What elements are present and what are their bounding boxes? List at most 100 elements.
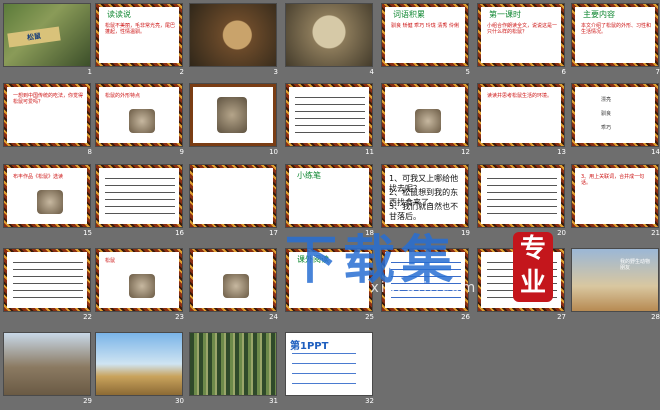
slide-line [295, 132, 365, 133]
slide-thumbnail-6[interactable]: 第一课时小组合作朗读全文，说说这是一只什么样的松鼠？ [477, 3, 565, 67]
slide-thumbnail-7[interactable]: 主要内容 本文介绍了松鼠的外形、习性和生活情况。 [571, 3, 659, 67]
slide-line [105, 206, 175, 207]
slide-number: 17 [269, 229, 278, 237]
slide-thumbnail-23[interactable]: 松鼠 [95, 248, 183, 312]
slide-line [487, 276, 557, 277]
slide-thumbnail-5[interactable]: 词语积累驯良 矫健 乖巧 玲珑 清秀 伶俐 [381, 3, 469, 67]
slide-number: 4 [369, 68, 374, 76]
slide-line [292, 353, 356, 354]
slide-line [295, 111, 365, 112]
slide-heading: 小练笔 [297, 171, 321, 180]
slide-number: 14 [651, 148, 660, 156]
slide-thumbnail-12[interactable] [381, 83, 469, 147]
slide-number: 16 [175, 229, 184, 237]
slide-thumbnail-32[interactable]: 第1PPT [285, 332, 373, 396]
slide-line [13, 290, 83, 291]
slide-text: 驯良 矫健 乖巧 玲珑 清秀 伶俐 [391, 23, 459, 29]
slide-thumbnail-25[interactable]: 课外阅读 [285, 248, 373, 312]
slide-line [487, 213, 557, 214]
slide-thumbnail-9[interactable]: 松鼠的外形特点 [95, 83, 183, 147]
slide-thumbnail-31[interactable] [189, 332, 277, 396]
slide-logo: 第1PPT [290, 341, 329, 352]
slide-thumbnail-28[interactable]: 我的野生动物朋友 [571, 248, 659, 312]
slide-thumbnail-8[interactable]: 一想到中国传统的吃法，你觉得松鼠可爱吗？ [3, 83, 91, 147]
slide-number: 11 [365, 148, 374, 156]
slide-thumbnail-18[interactable]: 小练笔 [285, 164, 373, 228]
slide-thumbnail-15[interactable]: 布丰作品《松鼠》选读 [3, 164, 91, 228]
slide-thumbnail-11[interactable] [285, 83, 373, 147]
slide-line [292, 363, 356, 364]
slide-thumbnail-21[interactable]: 3、用上关联词，合并成一句话。 [571, 164, 659, 228]
slide-thumbnail-20[interactable] [477, 164, 565, 228]
slide-thumbnail-3[interactable] [189, 3, 277, 67]
slide-thumbnail-26[interactable] [381, 248, 469, 312]
slide-number: 2 [179, 68, 184, 76]
slide-image [129, 274, 155, 298]
slide-line [13, 297, 83, 298]
slide-number: 18 [365, 229, 374, 237]
slide-text: 3、我们就自然也不甘落后。 [389, 202, 459, 221]
slide-thumbnail-19[interactable]: 1、可我又上哪给他找去呢？ 2、松鼠想到我的东西找食来了。 3、我们就自然也不甘落后… [381, 164, 469, 228]
slide-number: 8 [87, 148, 92, 156]
slide-number: 6 [561, 68, 566, 76]
slide-number: 30 [175, 397, 184, 405]
slide-number: 10 [269, 148, 278, 156]
slide-number: 22 [83, 313, 92, 321]
slide-line [487, 290, 557, 291]
slide-image [217, 97, 247, 133]
slide-number: 19 [461, 229, 470, 237]
slide-thumbnail-27[interactable] [477, 248, 565, 312]
slide-text: 驯良 [601, 111, 612, 117]
slide-heading: 词语积累 [393, 10, 425, 19]
slide-line [295, 118, 365, 119]
slide-title: 松鼠 [7, 26, 61, 48]
slide-text: 本文介绍了松鼠的外形、习性和生活情况。 [581, 23, 652, 35]
slide-thumbnail-29[interactable] [3, 332, 91, 396]
slide-number: 27 [557, 313, 566, 321]
slide-number: 9 [179, 148, 184, 156]
slide-thumbnail-24[interactable] [189, 248, 277, 312]
slide-thumbnail-30[interactable] [95, 332, 183, 396]
slide-thumbnail-17[interactable] [189, 164, 277, 228]
slide-number: 12 [461, 148, 470, 156]
slide-image [37, 190, 63, 214]
slide-thumbnail-1[interactable]: 松鼠 [3, 3, 91, 67]
slide-heading: 第一课时 [489, 10, 521, 19]
slide-line [105, 185, 175, 186]
slide-line [391, 276, 461, 277]
slide-text: 一想到中国传统的吃法，你觉得松鼠可爱吗？ [13, 93, 84, 105]
slide-number: 1 [87, 68, 92, 76]
slide-line [13, 269, 83, 270]
slide-number: 3 [273, 68, 278, 76]
slide-line [105, 178, 175, 179]
slide-text: 松鼠不美丽，毛非常光亮，尾巴蓬起，性情温驯。 [105, 23, 176, 35]
slide-sorter-grid: 松鼠 1 读读说 松鼠不美丽，毛非常光亮，尾巴蓬起，性情温驯。 2 3 4 词语积累 驯良 矫健… [0, 0, 660, 410]
slide-text: 漂亮 [601, 97, 612, 103]
slide-thumbnail-14[interactable]: 漂亮 驯良 乖巧 [571, 83, 659, 147]
slide-thumbnail-10[interactable] [189, 83, 277, 147]
slide-line [292, 383, 356, 384]
slide-number: 31 [269, 397, 278, 405]
slide-line [487, 206, 557, 207]
slide-thumbnail-22[interactable] [3, 248, 91, 312]
slide-line [13, 276, 83, 277]
slide-thumbnail-16[interactable] [95, 164, 183, 228]
slide-line [391, 290, 461, 291]
slide-text: 松鼠 [105, 258, 116, 264]
slide-number: 23 [175, 313, 184, 321]
slide-heading: 课外阅读 [297, 255, 329, 264]
slide-number: 32 [365, 397, 374, 405]
slide-thumbnail-2[interactable]: 读读说 松鼠不美丽，毛非常光亮，尾巴蓬起，性情温驯。 [95, 3, 183, 67]
slide-text: 松鼠的外形特点 [105, 93, 141, 99]
slide-image [129, 109, 155, 133]
slide-text: 小组合作朗读全文，说说这是一只什么样的松鼠？ [487, 23, 558, 35]
slide-line [295, 104, 365, 105]
slide-thumbnail-4[interactable] [285, 3, 373, 67]
slide-number: 24 [269, 313, 278, 321]
slide-line [487, 185, 557, 186]
slide-line [487, 192, 557, 193]
slide-text: 3、用上关联词，合并成一句话。 [581, 174, 645, 186]
slide-number: 29 [83, 397, 92, 405]
slide-text: 布丰作品《松鼠》选读 [13, 174, 64, 180]
slide-thumbnail-13[interactable]: 读读并思考松鼠生活的环境。 [477, 83, 565, 147]
